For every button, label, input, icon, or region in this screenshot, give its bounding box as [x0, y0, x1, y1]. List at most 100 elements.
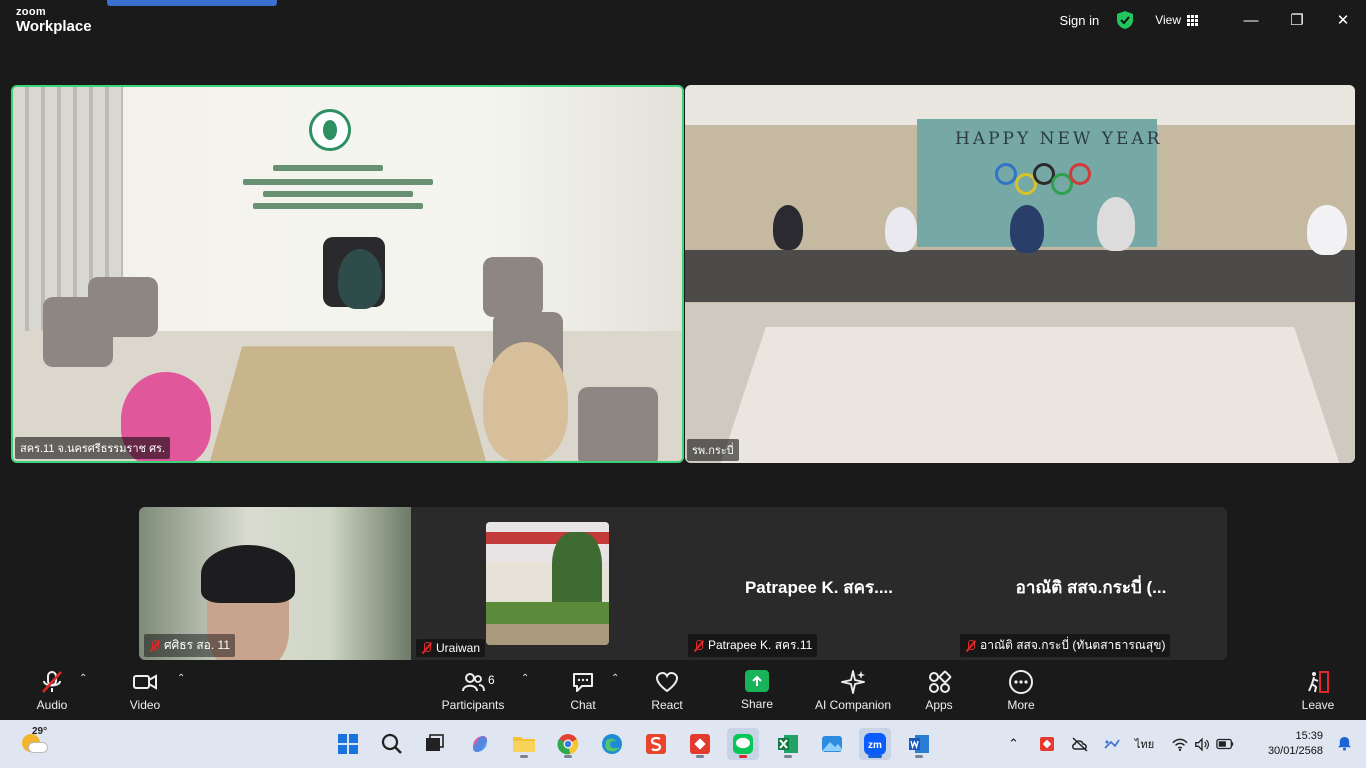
file-explorer-icon[interactable] — [508, 728, 540, 760]
audio-button[interactable]: Audio — [26, 661, 78, 720]
audio-label: Audio — [36, 698, 68, 712]
share-label: Share — [740, 697, 774, 711]
onedrive-offline-icon[interactable] — [1071, 736, 1089, 752]
photos-icon[interactable] — [816, 728, 848, 760]
edge-icon[interactable] — [596, 728, 628, 760]
participants-icon — [462, 673, 485, 692]
muted-mic-icon — [693, 639, 704, 652]
weather-widget[interactable]: 29° — [20, 726, 48, 756]
ministry-emblem-icon — [309, 109, 351, 151]
show-hidden-icons-chevron-icon[interactable]: ⌃ — [1008, 736, 1019, 752]
participant-figure — [1010, 205, 1044, 253]
pen-input-icon[interactable] — [1103, 736, 1121, 752]
restore-button[interactable]: ❐ — [1274, 0, 1320, 40]
participant-figure — [773, 205, 803, 250]
video-options-chevron-icon[interactable]: ⌃ — [177, 673, 185, 684]
gallery-tile[interactable]: ศศิธร สอ. 11 — [139, 507, 411, 660]
chair — [578, 387, 658, 461]
speaker-icon[interactable] — [1194, 737, 1210, 752]
audio-options-chevron-icon[interactable]: ⌃ — [79, 673, 87, 684]
gallery-tile[interactable]: Uraiwan — [411, 507, 683, 660]
ring — [1069, 163, 1091, 185]
participant-name-tag: รพ.กระบี่ — [687, 439, 739, 461]
gallery-name-tag: ศศิธร สอ. 11 — [144, 634, 235, 657]
participant-name: ศศิธร สอ. 11 — [164, 638, 230, 652]
gallery-name-tag: อาณัติ สสจ.กระบี่ (ทันตสาธารณสุข) — [960, 634, 1171, 657]
system-tray: ⌃ ไทย — [1008, 720, 1234, 768]
grid-view-icon — [1187, 14, 1198, 26]
share-button[interactable]: Share — [734, 661, 780, 720]
participant-name: Uraiwan — [436, 641, 481, 655]
logo-line-2: Workplace — [16, 18, 92, 35]
gallery-strip: ศศิธร สอ. 11 Uraiwan Patrapee K. สคร....… — [139, 507, 1227, 660]
react-button[interactable]: React — [644, 661, 690, 720]
gallery-name-tag: Patrapee K. สคร.11 — [688, 634, 818, 657]
ground — [486, 624, 609, 645]
react-label: React — [651, 698, 683, 712]
chat-label: Chat — [570, 698, 596, 712]
ai-companion-button[interactable]: AI Companion — [812, 661, 894, 720]
profile-picture — [486, 522, 609, 645]
chrome-icon[interactable] — [552, 728, 584, 760]
sparkle-icon — [841, 670, 865, 694]
wifi-icon[interactable] — [1172, 737, 1188, 752]
participants-options-chevron-icon[interactable]: ⌃ — [521, 673, 529, 684]
anydesk-icon[interactable] — [684, 728, 716, 760]
minimize-button[interactable]: — — [1228, 0, 1274, 40]
task-view-icon[interactable] — [418, 728, 450, 760]
view-button[interactable]: View — [1155, 13, 1198, 27]
participant-name: Patrapee K. สคร.11 — [708, 638, 813, 652]
gallery-name-tag: Uraiwan — [416, 639, 486, 657]
wall-sign-line — [253, 203, 423, 209]
video-tile[interactable]: HAPPY NEW YEAR รพ.กระบี่ — [685, 85, 1355, 463]
search-icon[interactable] — [376, 728, 408, 760]
weather-temperature: 29° — [32, 726, 48, 737]
muted-mic-icon — [149, 639, 160, 652]
more-button[interactable]: More — [1000, 661, 1042, 720]
leave-button[interactable]: Leave — [1296, 661, 1340, 720]
app-running-indicator — [784, 755, 792, 758]
participant-display-name: Patrapee K. สคร.... — [744, 578, 894, 597]
participants-label: Participants — [441, 698, 505, 712]
participant-figure — [885, 207, 917, 252]
apps-button[interactable]: Apps — [918, 661, 960, 720]
chat-button[interactable]: Chat — [560, 661, 606, 720]
participant-display-name: อาณัติ สสจ.กระบี่ (... — [1015, 578, 1167, 597]
word-icon[interactable] — [903, 728, 935, 760]
notification-bell-icon[interactable] — [1337, 736, 1352, 751]
language-indicator[interactable]: ไทย — [1135, 735, 1154, 753]
video-tile-active-speaker[interactable]: สคร.11 จ.นครศรีธรรมราช ศร. — [11, 85, 684, 463]
gallery-tile[interactable]: Patrapee K. สคร.... Patrapee K. สคร.11 — [683, 507, 955, 660]
clock-date: 30/01/2568 — [1267, 745, 1323, 757]
close-button[interactable]: ✕ — [1320, 0, 1366, 40]
start-icon[interactable] — [332, 728, 364, 760]
ai-companion-label: AI Companion — [814, 698, 892, 712]
anydesk-tray-icon[interactable] — [1039, 736, 1055, 752]
copilot-icon[interactable] — [464, 728, 496, 760]
app-running-indicator — [520, 755, 528, 758]
participant-count: 6 — [488, 673, 495, 687]
view-label: View — [1155, 13, 1181, 27]
participant-hair — [201, 545, 295, 603]
app-running-indicator — [915, 755, 923, 758]
conference-table — [720, 327, 1340, 463]
encryption-shield-icon[interactable] — [1117, 11, 1134, 29]
video-button[interactable]: Video — [119, 661, 171, 720]
chat-options-chevron-icon[interactable]: ⌃ — [611, 673, 619, 684]
participants-button[interactable]: Participants — [438, 661, 508, 720]
zoom-icon[interactable]: zm — [859, 728, 891, 760]
battery-icon[interactable] — [1216, 738, 1234, 750]
chair — [483, 257, 543, 317]
conference-table — [209, 346, 487, 461]
muted-mic-icon — [965, 639, 976, 652]
more-label: More — [1007, 698, 1035, 712]
wps-icon[interactable] — [640, 728, 672, 760]
participant-figure — [338, 249, 382, 309]
excel-icon[interactable] — [772, 728, 804, 760]
ring — [995, 163, 1017, 185]
gallery-tile[interactable]: อาณัติ สสจ.กระบี่ (... อาณัติ สสจ.กระบี่… — [955, 507, 1227, 660]
line-icon[interactable] — [727, 728, 759, 760]
system-clock[interactable]: 15:39 30/01/2568 — [1268, 729, 1323, 759]
more-dots-icon — [1009, 670, 1033, 694]
sign-in-link[interactable]: Sign in — [1059, 13, 1099, 28]
